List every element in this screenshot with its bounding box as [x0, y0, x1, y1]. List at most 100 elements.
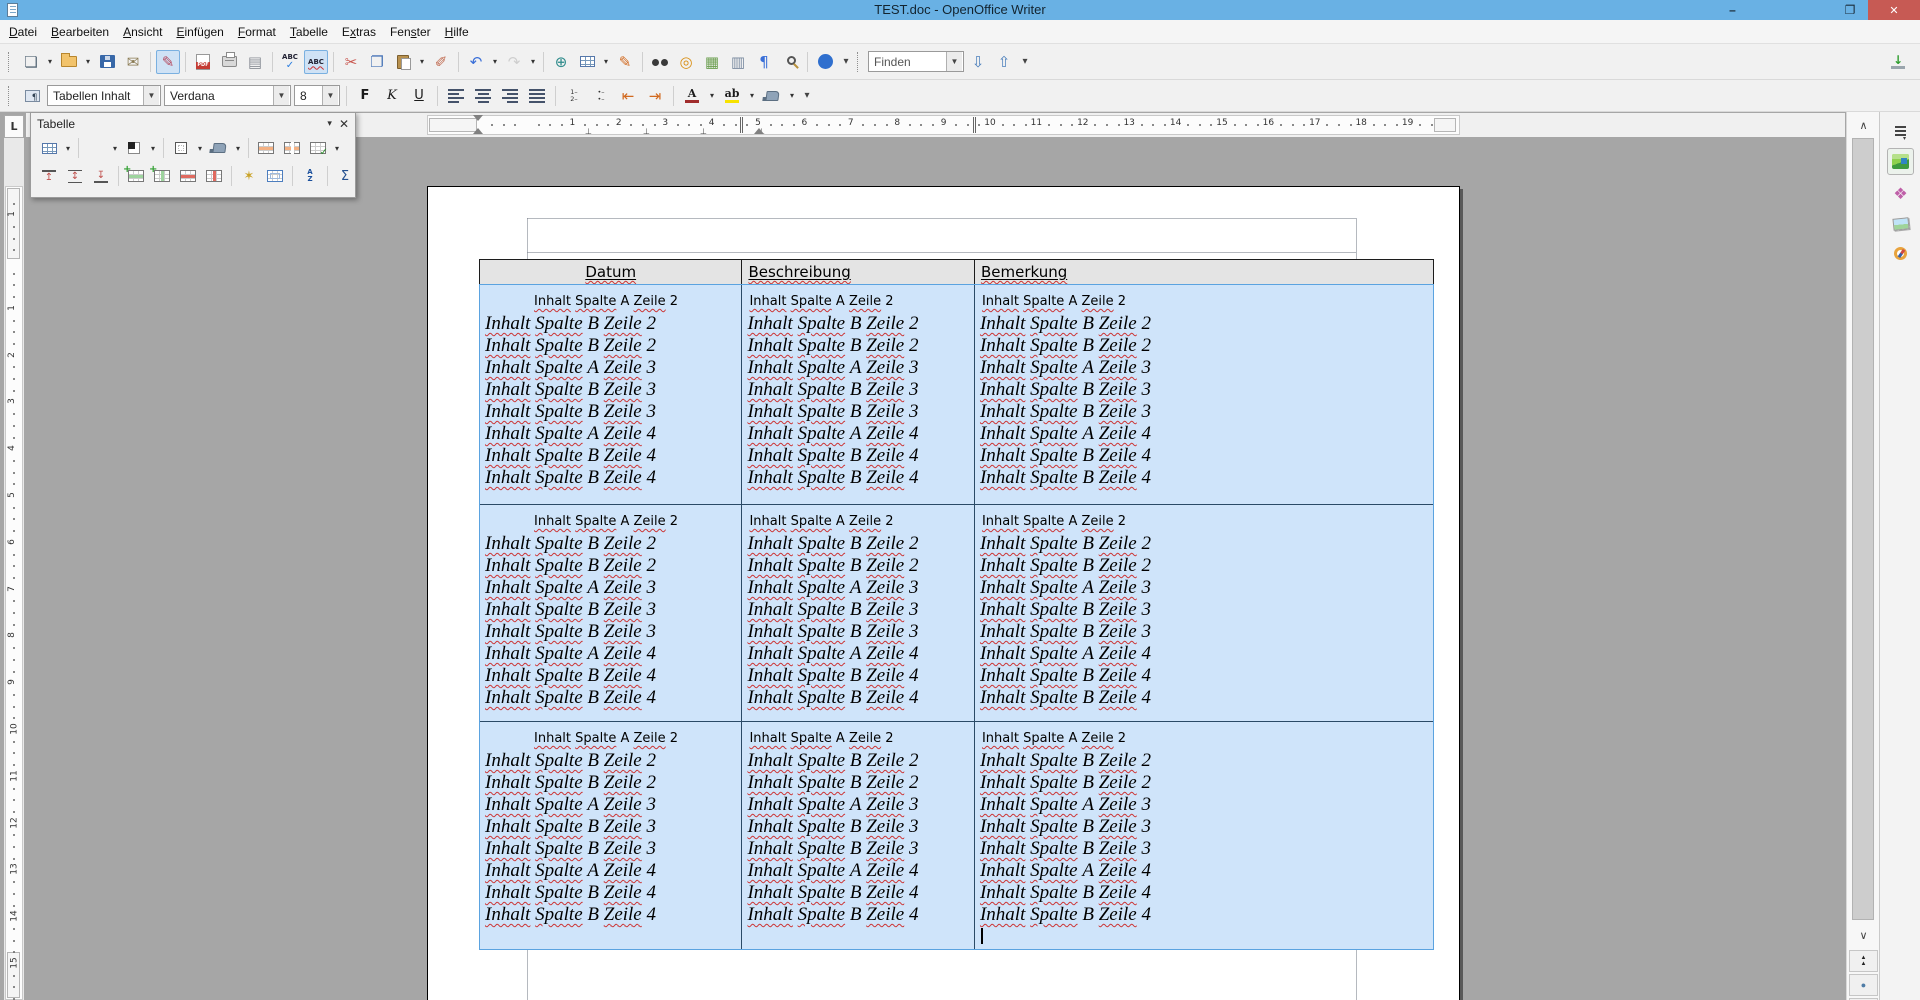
- autoformat-icon[interactable]: ✶: [237, 165, 261, 187]
- format-paintbrush-icon[interactable]: ✐: [429, 50, 453, 74]
- new-document-icon[interactable]: ❏: [19, 50, 43, 74]
- valign-bottom-icon[interactable]: ↧: [89, 165, 113, 187]
- table-cell[interactable]: Inhalt Spalte A Zeile 2Inhalt Spalte B Z…: [741, 505, 974, 721]
- insert-column-icon[interactable]: [150, 165, 174, 187]
- indent-marker-right[interactable]: [754, 123, 764, 134]
- numbered-list-icon[interactable]: 1– 2–: [562, 84, 586, 108]
- find-text[interactable]: [869, 55, 946, 69]
- line-color-icon-dropdown[interactable]: ▾: [148, 136, 158, 160]
- tab-type-selector[interactable]: L: [4, 115, 24, 138]
- help-icon[interactable]: [813, 50, 837, 74]
- update-available-icon[interactable]: ↓: [1886, 50, 1910, 74]
- italic-button[interactable]: K: [380, 84, 404, 108]
- table-properties-icon[interactable]: [263, 165, 287, 187]
- insert-row-icon[interactable]: [124, 165, 148, 187]
- delete-row-icon[interactable]: [176, 165, 200, 187]
- sidebar-gallery-icon[interactable]: [1887, 210, 1914, 237]
- zoom-icon[interactable]: [778, 50, 802, 74]
- scroll-down-icon[interactable]: ∨: [1849, 924, 1878, 946]
- sum-icon[interactable]: Σ: [333, 165, 357, 187]
- spellcheck-icon[interactable]: ABC✓: [278, 50, 302, 74]
- delete-column-icon[interactable]: [202, 165, 226, 187]
- chevron-down-icon[interactable]: ▼: [273, 86, 289, 105]
- optimize-icon[interactable]: [306, 137, 330, 159]
- table-insert-icon-dropdown[interactable]: ▾: [63, 136, 73, 160]
- table-cell[interactable]: Inhalt Spalte A Zeile 2Inhalt Spalte B Z…: [974, 285, 1433, 504]
- bold-button[interactable]: F: [353, 84, 377, 108]
- toolbar-overflow-icon[interactable]: ▾: [839, 50, 853, 74]
- open-icon-dropdown[interactable]: ▾: [83, 50, 93, 74]
- font-size-combo[interactable]: ▼: [294, 85, 340, 106]
- sidebar-styles-icon[interactable]: ❖: [1887, 180, 1914, 207]
- sidebar-navigator-icon[interactable]: [1887, 240, 1914, 267]
- font-name-combo[interactable]: ▼: [164, 85, 291, 106]
- scrollbar-thumb[interactable]: [1852, 138, 1874, 920]
- table-insert-icon[interactable]: [37, 137, 61, 159]
- toolbar-grip[interactable]: [8, 86, 12, 106]
- paragraph-background-icon-dropdown[interactable]: ▾: [787, 84, 797, 108]
- insert-table-icon-dropdown[interactable]: ▾: [601, 50, 611, 74]
- styles-window-icon[interactable]: [20, 84, 44, 108]
- print-icon[interactable]: [217, 50, 241, 74]
- paragraph-style-combo[interactable]: ▼: [47, 85, 161, 106]
- restore-button[interactable]: ❐: [1832, 0, 1868, 20]
- previous-page-button[interactable]: ▲ ▲: [1849, 950, 1878, 972]
- scroll-up-icon[interactable]: ∧: [1849, 114, 1878, 136]
- align-center-icon[interactable]: [471, 84, 495, 108]
- save-icon[interactable]: [95, 50, 119, 74]
- header-cell-beschreibung[interactable]: Beschreibung: [741, 260, 974, 284]
- table-cell[interactable]: Inhalt Spalte A Zeile 2Inhalt Spalte B Z…: [480, 722, 741, 949]
- find-next-icon[interactable]: ⇩: [966, 50, 990, 74]
- chevron-down-icon[interactable]: ▼: [143, 86, 159, 105]
- sidebar-properties-icon[interactable]: [1887, 148, 1914, 175]
- menu-format[interactable]: Format: [231, 22, 283, 42]
- table-row-group[interactable]: Inhalt Spalte A Zeile 2Inhalt Spalte B Z…: [480, 721, 1433, 949]
- merge-cells-icon[interactable]: [254, 137, 278, 159]
- highlight-icon[interactable]: ab: [720, 84, 744, 108]
- table-cell[interactable]: Inhalt Spalte A Zeile 2Inhalt Spalte B Z…: [480, 505, 741, 721]
- line-color-icon[interactable]: [122, 137, 146, 159]
- font-name-input[interactable]: [165, 89, 273, 103]
- line-style-icon-dropdown[interactable]: ▾: [110, 136, 120, 160]
- undo-icon-dropdown[interactable]: ▾: [490, 50, 500, 74]
- find-previous-icon[interactable]: ⇧: [992, 50, 1016, 74]
- draw-functions-icon[interactable]: ✎: [613, 50, 637, 74]
- vertical-ruler[interactable]: 1123456789101112131415: [4, 138, 24, 1000]
- underline-button[interactable]: U: [407, 84, 431, 108]
- font-size-input[interactable]: [295, 89, 322, 103]
- data-sources-icon[interactable]: ▥: [726, 50, 750, 74]
- decrease-indent-icon[interactable]: ⇤: [616, 84, 640, 108]
- close-button[interactable]: ✕: [1868, 0, 1920, 20]
- insert-table-icon[interactable]: [575, 50, 599, 74]
- table-column-marker[interactable]: [973, 117, 976, 133]
- valign-top-icon[interactable]: ↥: [37, 165, 61, 187]
- font-color-icon-dropdown[interactable]: ▾: [707, 84, 717, 108]
- paragraph-style-input[interactable]: [48, 89, 143, 103]
- menu-datei[interactable]: Datei: [2, 22, 44, 42]
- highlight-icon-dropdown[interactable]: ▾: [747, 84, 757, 108]
- autospellcheck-icon[interactable]: ABC: [304, 50, 328, 74]
- new-document-icon-dropdown[interactable]: ▾: [45, 50, 55, 74]
- panel-close-icon[interactable]: ✕: [339, 117, 349, 131]
- paste-icon[interactable]: [391, 50, 415, 74]
- bullet-list-icon[interactable]: •– •–: [589, 84, 613, 108]
- valign-center-icon[interactable]: ↕: [63, 165, 87, 187]
- paste-icon-dropdown[interactable]: ▾: [417, 50, 427, 74]
- increase-indent-icon[interactable]: ⇥: [643, 84, 667, 108]
- table-cell[interactable]: Inhalt Spalte A Zeile 2Inhalt Spalte B Z…: [741, 722, 974, 949]
- hyperlink-icon[interactable]: ⊕: [549, 50, 573, 74]
- formatting-marks-icon[interactable]: ¶: [752, 50, 776, 74]
- chevron-down-icon[interactable]: ▼: [946, 52, 962, 71]
- toolbar-grip[interactable]: [8, 52, 12, 72]
- table-column-marker[interactable]: [740, 117, 743, 133]
- navigation-button[interactable]: ●: [1849, 974, 1878, 996]
- toolbar2-overflow-icon[interactable]: ▾: [800, 84, 814, 108]
- minimize-button[interactable]: –: [1705, 0, 1760, 20]
- panel-collapse-icon[interactable]: ▾: [320, 118, 339, 129]
- document-table[interactable]: DatumBeschreibungBemerkung Inhalt Spalte…: [479, 259, 1434, 950]
- chevron-down-icon[interactable]: ▼: [322, 86, 338, 105]
- menu-einfgen[interactable]: Einfügen: [169, 22, 230, 42]
- email-icon[interactable]: ✉: [121, 50, 145, 74]
- header-cell-datum[interactable]: Datum: [480, 260, 741, 284]
- open-icon[interactable]: [57, 50, 81, 74]
